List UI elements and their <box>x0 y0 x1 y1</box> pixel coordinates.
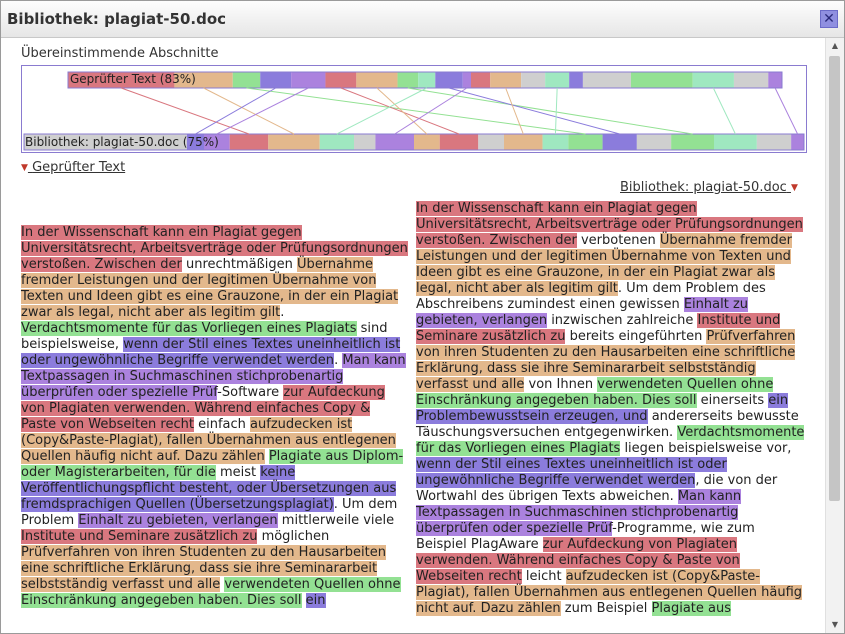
match-connector-line <box>340 87 460 135</box>
plain-text: einerseits <box>696 393 769 408</box>
match-connector-line <box>505 87 524 135</box>
match-highlight-red[interactable]: Institute und Seminare zusätzlich zu <box>21 529 258 544</box>
toggle-library-text[interactable]: Bibliothek: plagiat-50.doc ▼ <box>620 180 798 195</box>
scroll-up-icon[interactable]: ▲ <box>826 38 844 54</box>
library-bar-segment[interactable] <box>319 134 354 150</box>
scroll-down-icon[interactable]: ▼ <box>826 617 844 633</box>
plain-text: möglichen <box>257 529 330 544</box>
library-bar-segment[interactable] <box>671 134 714 150</box>
checked-text-bar-segment[interactable] <box>692 72 734 88</box>
library-bar-segment[interactable] <box>478 134 504 150</box>
match-connector-line <box>774 87 799 135</box>
checked-text-bar-segment[interactable] <box>397 72 419 88</box>
checked-text-bar-segment[interactable] <box>733 72 769 88</box>
checked-text-bar-segment[interactable] <box>569 72 583 88</box>
library-text-column: In der Wissenschaft kann ein Plagiat geg… <box>416 201 808 617</box>
toggle-library-text-label: Bibliothek: plagiat-50.doc <box>620 180 787 195</box>
checked-text-bar-segment[interactable] <box>356 72 398 88</box>
match-connector-line <box>712 87 736 135</box>
library-bar-segment[interactable] <box>602 134 637 150</box>
match-connector-line <box>554 87 558 135</box>
library-bar-segment[interactable] <box>375 134 414 150</box>
checked-text-bar-segment[interactable] <box>545 72 570 88</box>
checked-text-bar-label: Geprüfter Text (83%) <box>70 72 196 86</box>
matching-sections-title: Übereinstimmende Abschnitte <box>21 46 219 61</box>
match-highlight-purple[interactable]: Einhalt zu gebieten, verlangen <box>78 513 278 528</box>
plain-text: von Ihnen <box>524 377 598 392</box>
match-connector-line <box>407 87 693 135</box>
library-bar-segment[interactable] <box>229 134 269 150</box>
match-overview: Geprüfter Text (83%) Bibliothek: plagiat… <box>21 65 807 153</box>
window-title: Bibliothek: plagiat-50.doc <box>7 10 227 28</box>
library-bar-segment[interactable] <box>414 134 440 150</box>
plain-text: inzwischen zahlreiche <box>547 313 698 328</box>
library-bar-segment[interactable] <box>542 134 569 150</box>
checked-text-bar-segment[interactable] <box>490 72 522 88</box>
plain-text: liegen beispielsweise vor, <box>620 441 792 456</box>
library-bar-segment[interactable] <box>268 134 320 150</box>
checked-text-bar-segment[interactable] <box>462 72 471 88</box>
checked-text-bar-segment[interactable] <box>325 72 357 88</box>
checked-text-bar-segment[interactable] <box>470 72 491 88</box>
library-bar-label: Bibliothek: plagiat-50.doc (75%) <box>25 135 219 149</box>
match-connector-line <box>394 87 468 135</box>
plain-text: mittlerweile viele <box>277 513 395 528</box>
plain-text: leicht <box>521 569 566 584</box>
toggle-checked-text[interactable]: ▼ Geprüfter Text <box>21 160 125 175</box>
plain-text: -Software <box>217 385 284 400</box>
library-bar-segment[interactable] <box>354 134 376 150</box>
library-bar-segment[interactable] <box>714 134 757 150</box>
checked-text-bar-segment[interactable] <box>521 72 546 88</box>
library-bar-segment[interactable] <box>439 134 479 150</box>
match-highlight-green[interactable]: Plagiate aus <box>651 601 731 616</box>
triangle-down-icon: ▼ <box>790 183 798 193</box>
vertical-scrollbar[interactable]: ▲ ▼ <box>825 38 844 633</box>
close-icon[interactable]: ✕ <box>820 10 838 28</box>
checked-text-bar-segment[interactable] <box>260 72 292 88</box>
plain-text: unrechtmäßigen <box>181 257 298 272</box>
plain-text: . <box>280 305 285 320</box>
scroll-thumb[interactable] <box>829 56 840 501</box>
toggle-checked-text-label: Geprüfter Text <box>32 160 126 175</box>
checked-text-bar-segment[interactable] <box>630 72 693 88</box>
checked-text-bar-segment[interactable] <box>418 72 436 88</box>
plain-text: einfach <box>193 417 251 432</box>
checked-text-bar-segment[interactable] <box>582 72 631 88</box>
match-highlight-violet[interactable]: ein <box>305 593 326 608</box>
plain-text: verbotenen <box>576 233 660 248</box>
match-connector-line <box>203 87 295 135</box>
library-bar-segment[interactable] <box>756 134 792 150</box>
triangle-down-icon: ▼ <box>21 163 28 173</box>
match-highlight-green[interactable]: Verdachtsmomente für das Vorliegen eines… <box>21 321 357 336</box>
checked-text-bar-segment[interactable] <box>435 72 463 88</box>
checked-text-column: In der Wissenschaft kann ein Plagiat geg… <box>21 225 409 609</box>
plain-text: bereits eingeführten <box>565 329 707 344</box>
library-bar-segment[interactable] <box>568 134 603 150</box>
dialog-window: Bibliothek: plagiat-50.doc ✕ ▲ ▼ Überein… <box>0 0 845 634</box>
match-highlight-violet[interactable]: wenn der Stil eines Textes uneinheitlich… <box>416 457 727 488</box>
title-bar[interactable]: Bibliothek: plagiat-50.doc ✕ <box>1 1 844 38</box>
checked-text-bar-segment[interactable] <box>232 72 261 88</box>
plain-text: meist <box>215 465 261 480</box>
match-connector-line <box>216 87 309 135</box>
plain-text: zum Beispiel <box>560 601 652 616</box>
library-bar-segment[interactable] <box>504 134 543 150</box>
checked-text-bar-segment[interactable] <box>768 72 782 88</box>
library-bar-segment[interactable] <box>636 134 672 150</box>
checked-text-bar-segment[interactable] <box>291 72 326 88</box>
library-bar-segment[interactable] <box>791 134 804 150</box>
